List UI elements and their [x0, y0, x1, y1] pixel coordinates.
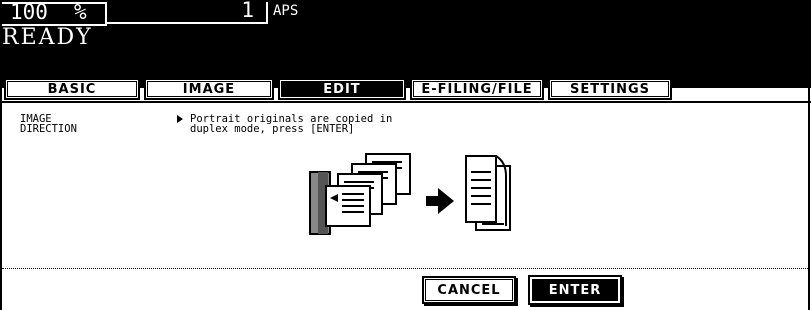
arrow-right-icon — [426, 188, 454, 214]
zoom-value: 100 — [10, 0, 48, 24]
stacked-originals-icon — [309, 153, 411, 235]
duplex-copy-icon — [465, 155, 511, 231]
copy-count: 1 — [241, 0, 254, 22]
tab-image[interactable]: IMAGE — [144, 78, 274, 100]
separator — [2, 268, 808, 269]
tab-edit[interactable]: EDIT — [278, 78, 406, 100]
function-title: IMAGE DIRECTION — [20, 114, 77, 135]
panel-border-right — [808, 88, 810, 310]
copy-count-display: 1 — [106, 0, 268, 24]
tab-basic[interactable]: BASIC — [4, 78, 140, 100]
duplex-illustration — [309, 153, 511, 235]
instruction-message: Portrait originals are copied in duplex … — [177, 114, 392, 135]
zoom-unit: % — [74, 0, 87, 24]
message-line2: duplex mode, press [ENTER] — [190, 123, 355, 135]
tab-e-filing-file[interactable]: E-FILING/FILE — [410, 78, 544, 100]
panel-border-left — [0, 88, 2, 310]
enter-button[interactable]: ENTER — [528, 275, 622, 305]
function-title-line2: DIRECTION — [20, 123, 77, 135]
status-header: 100 % 1 APS READY — [0, 0, 811, 88]
paper-size: APS — [273, 3, 299, 19]
machine-status: READY — [2, 25, 93, 50]
pointer-icon — [177, 115, 183, 123]
zoom-display: 100 % — [2, 0, 107, 26]
tab-settings[interactable]: SETTINGS — [548, 78, 672, 100]
tab-divider — [0, 101, 811, 103]
tab-bar: BASIC IMAGE EDIT E-FILING/FILE SETTINGS — [0, 78, 811, 102]
cancel-button[interactable]: CANCEL — [422, 276, 516, 304]
